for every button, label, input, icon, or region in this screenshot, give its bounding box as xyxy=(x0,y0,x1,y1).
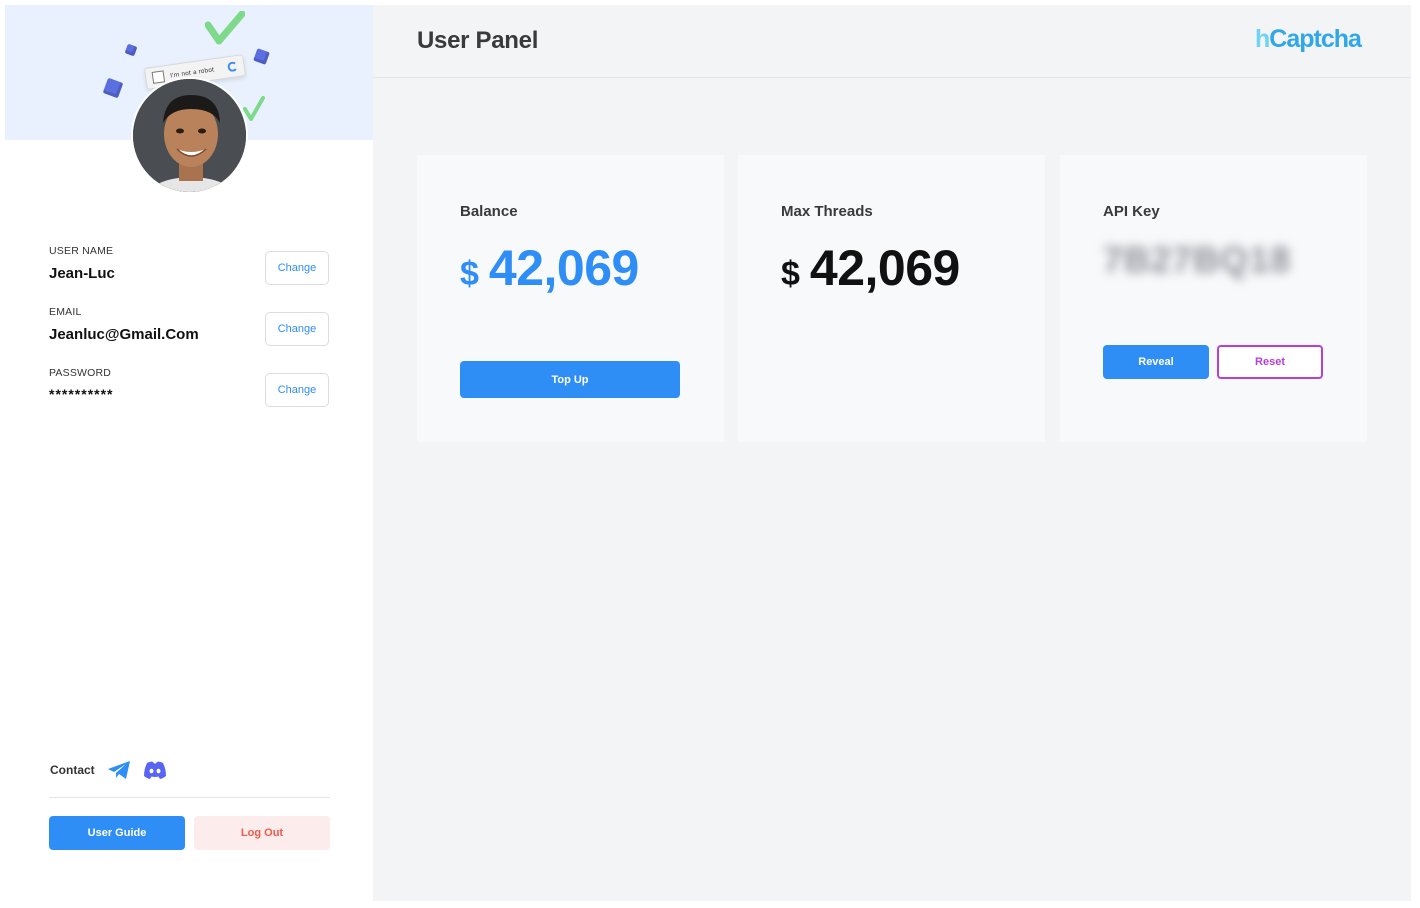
currency-symbol: $ xyxy=(460,255,479,293)
balance-card: Balance $ 42,069 Top Up xyxy=(417,155,724,442)
profile-fields: USER NAME Jean-Luc Change EMAIL Jeanluc@… xyxy=(49,245,329,428)
max-threads-title: Max Threads xyxy=(781,203,873,220)
reset-button[interactable]: Reset xyxy=(1217,345,1323,379)
discord-icon[interactable] xyxy=(143,761,167,779)
divider xyxy=(49,797,330,798)
logo-part-2: Captcha xyxy=(1269,25,1362,53)
api-key-title: API Key xyxy=(1103,203,1160,220)
max-threads-value: 42,069 xyxy=(809,240,960,296)
contact-label: Contact xyxy=(50,763,95,777)
change-password-button[interactable]: Change xyxy=(265,373,329,407)
checkmark-icon xyxy=(243,96,265,121)
avatar xyxy=(131,77,248,194)
change-email-button[interactable]: Change xyxy=(265,312,329,346)
cube-decoration xyxy=(102,77,124,99)
top-bar: User Panel hCaptcha xyxy=(373,5,1411,78)
hcaptcha-logo[interactable]: hCaptcha xyxy=(1255,25,1362,54)
main-content: User Panel hCaptcha Balance $ 42,069 Top… xyxy=(373,5,1411,901)
user-photo-icon xyxy=(133,79,246,192)
password-field: PASSWORD ********** Change xyxy=(49,367,329,428)
max-threads-amount: $ 42,069 xyxy=(781,239,960,297)
app: I'm not a robot USER NAME Jean-Luc Chang… xyxy=(5,5,1411,901)
sidebar: I'm not a robot USER NAME Jean-Luc Chang… xyxy=(5,5,373,901)
cube-decoration xyxy=(124,43,138,57)
balance-title: Balance xyxy=(460,203,518,220)
balance-value: 42,069 xyxy=(488,240,639,296)
max-threads-card: Max Threads $ 42,069 xyxy=(738,155,1045,442)
cube-decoration xyxy=(253,48,270,65)
reveal-button[interactable]: Reveal xyxy=(1103,345,1209,379)
currency-symbol: $ xyxy=(781,255,800,293)
page-title: User Panel xyxy=(417,27,539,54)
api-key-value-blurred: 7B27BQ18 xyxy=(1103,239,1292,280)
checkmark-icon xyxy=(205,11,245,45)
top-up-button[interactable]: Top Up xyxy=(460,361,680,398)
email-field: EMAIL Jeanluc@Gmail.Com Change xyxy=(49,306,329,367)
captcha-logo-icon xyxy=(226,61,239,73)
log-out-button[interactable]: Log Out xyxy=(194,816,330,850)
username-field: USER NAME Jean-Luc Change xyxy=(49,245,329,306)
api-key-card: API Key 7B27BQ18 Reveal Reset xyxy=(1060,155,1367,442)
contact-section: Contact xyxy=(50,760,167,780)
user-guide-button[interactable]: User Guide xyxy=(49,816,185,850)
logo-part-1: h xyxy=(1255,25,1270,53)
balance-amount: $ 42,069 xyxy=(460,239,639,297)
telegram-icon[interactable] xyxy=(107,760,131,780)
change-username-button[interactable]: Change xyxy=(265,251,329,285)
